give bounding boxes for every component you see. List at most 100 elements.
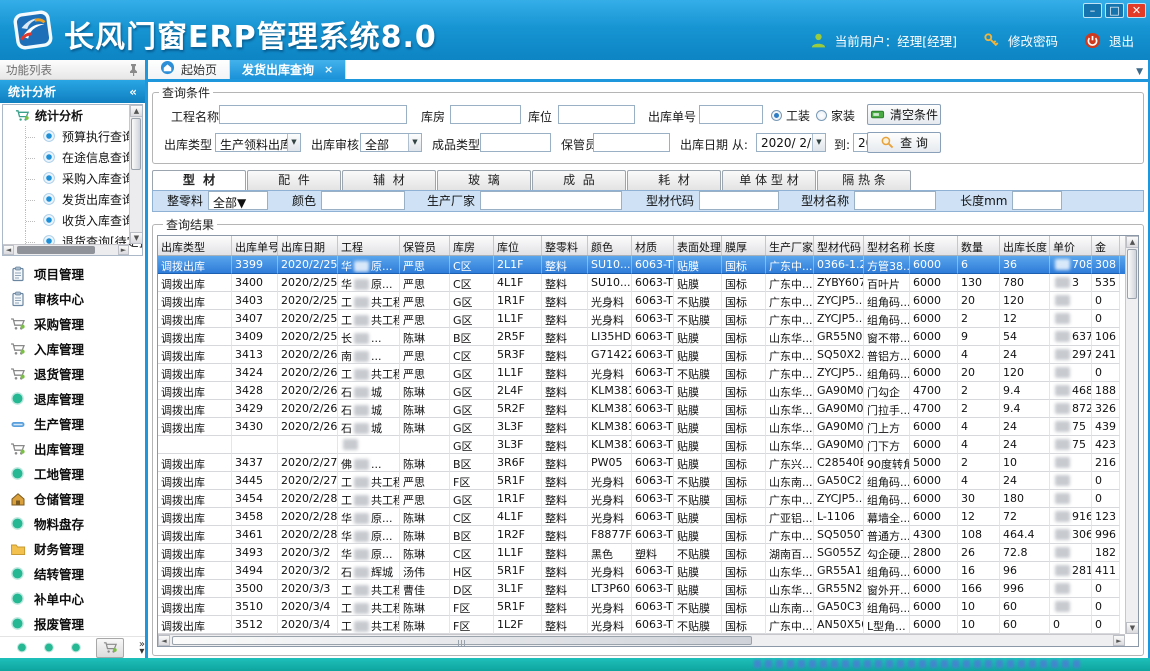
pin-icon[interactable] xyxy=(128,63,139,76)
sidebar-item-12[interactable]: 财务管理 xyxy=(0,536,145,561)
material-tab-4[interactable]: 玻 璃 xyxy=(437,170,531,190)
table-row[interactable]: 调拨出库35122020/3/4工共工程陈琳F区1L2F整料光身料6063-T5… xyxy=(158,616,1138,634)
table-row[interactable]: 调拨出库34032020/2/25工共工程严思G区1R1F整料光身料6063-T… xyxy=(158,292,1138,310)
material-tab-2[interactable]: 配 件 xyxy=(247,170,341,190)
tree-hscroll-thumb[interactable] xyxy=(17,246,95,254)
tree-vertical-scrollbar[interactable]: ▲ ▼ xyxy=(129,105,142,244)
maximize-button[interactable]: □ xyxy=(1105,3,1124,18)
column-header-out-type[interactable]: 出库类型 xyxy=(158,236,232,255)
sidebar-item-3[interactable]: 采购管理 xyxy=(0,311,145,336)
table-row[interactable]: 调拨出库34092020/2/25长...陈琳B区2R5F整料LI35HD606… xyxy=(158,328,1138,346)
close-button[interactable]: ✕ xyxy=(1127,3,1146,18)
location-input[interactable] xyxy=(558,105,635,124)
table-row[interactable]: 调拨出库34002020/2/25华原...严思C区4L1F整料SU10...6… xyxy=(158,274,1138,292)
table-row[interactable]: 调拨出库34302020/2/26石城陈琳G区3L3F整料KLM38176063… xyxy=(158,418,1138,436)
scroll-up-icon[interactable]: ▲ xyxy=(1126,236,1139,248)
table-row[interactable]: G区3L3F整料KLM38176063-T5贴膜国标山东华...GA90M09.… xyxy=(158,436,1138,454)
column-header-unit-price[interactable]: 单价 xyxy=(1050,236,1092,255)
table-row[interactable]: 调拨出库34452020/2/27工共工程严思F区5R1F整料光身料6063-T… xyxy=(158,472,1138,490)
tree-item-2[interactable]: 在途信息查询[待 xyxy=(3,147,142,168)
sidebar-item-14[interactable]: 补单中心 xyxy=(0,586,145,611)
collapse-icon[interactable]: « xyxy=(129,85,137,99)
date-from-select[interactable]: 2020/ 2/16▼ xyxy=(756,133,826,152)
sidebar-item-5[interactable]: 退货管理 xyxy=(0,361,145,386)
table-row[interactable]: 调拨出库34612020/2/28华原...陈琳B区1R2F整料F8877FT6… xyxy=(158,526,1138,544)
cart-button[interactable] xyxy=(96,638,123,658)
profile-name-input[interactable] xyxy=(854,191,936,210)
circle-icon[interactable] xyxy=(43,641,55,654)
product-type-input[interactable] xyxy=(480,133,551,152)
warehouse-input[interactable] xyxy=(450,105,521,124)
table-row[interactable]: 调拨出库34242020/2/26工共工程严思G区1L1F整料光身料6063-T… xyxy=(158,364,1138,382)
order-no-input[interactable] xyxy=(699,105,763,124)
clear-conditions-button[interactable]: 清空条件 xyxy=(867,104,941,125)
tree-item-3[interactable]: 采购入库查询 xyxy=(3,168,142,189)
table-row[interactable]: 调拨出库34942020/3/2石辉城汤伟H区5R1F整料光身料6063-T5贴… xyxy=(158,562,1138,580)
column-header-whole-part[interactable]: 整零料 xyxy=(542,236,588,255)
scroll-left-icon[interactable]: ◄ xyxy=(158,635,170,646)
scroll-left-icon[interactable]: ◄ xyxy=(3,245,14,255)
chevron-down-icon[interactable]: ▼ xyxy=(287,134,300,151)
column-header-order-no[interactable]: 出库单号 xyxy=(232,236,278,255)
column-header-amount[interactable]: 金 xyxy=(1092,236,1120,255)
scroll-down-icon[interactable]: ▼ xyxy=(1126,622,1139,634)
minimize-button[interactable]: – xyxy=(1083,3,1102,18)
scroll-up-icon[interactable]: ▲ xyxy=(130,105,143,117)
home-radio[interactable]: 家装 xyxy=(816,107,855,124)
keeper-input[interactable] xyxy=(593,133,670,152)
section-header[interactable]: 统计分析 « xyxy=(0,80,145,103)
change-password-link[interactable]: 修改密码 xyxy=(1008,31,1058,50)
sidebar-item-10[interactable]: 仓储管理 xyxy=(0,486,145,511)
material-tab-7[interactable]: 单 体 型 材 xyxy=(722,170,816,190)
table-row[interactable]: 调拨出库34282020/2/26石城陈琳G区2L4F整料KLM38176063… xyxy=(158,382,1138,400)
table-row[interactable]: 调拨出库35102020/3/4工共工程陈琳F区5R1F整料光身料6063-T5… xyxy=(158,598,1138,616)
sidebar-item-8[interactable]: 出库管理 xyxy=(0,436,145,461)
column-header-maker[interactable]: 生产厂家 xyxy=(766,236,814,255)
table-row[interactable]: 调拨出库34542020/2/28工共工程严思G区1R1F整料光身料6063-T… xyxy=(158,490,1138,508)
column-header-profile-code[interactable]: 型材代码 xyxy=(814,236,864,255)
scroll-down-icon[interactable]: ▼ xyxy=(130,232,143,244)
tab-1[interactable]: 起始页 xyxy=(148,60,230,79)
scroll-right-icon[interactable]: ► xyxy=(1113,635,1125,646)
whole-part-select[interactable]: 全部▼ xyxy=(208,191,268,210)
out-type-select[interactable]: 生产领料出库▼ xyxy=(215,133,301,152)
column-header-warehouse[interactable]: 库房 xyxy=(450,236,494,255)
grid-hscroll-thumb[interactable] xyxy=(172,636,752,645)
sidebar-item-2[interactable]: 审核中心 xyxy=(0,286,145,311)
grid-vertical-scrollbar[interactable]: ▲ ▼ xyxy=(1125,236,1138,634)
sidebar-item-1[interactable]: 项目管理 xyxy=(0,261,145,286)
column-header-profile-name[interactable]: 型材名称 xyxy=(864,236,910,255)
chevron-down-icon[interactable]: ▼ xyxy=(812,134,825,151)
table-row[interactable]: 调拨出库34582020/2/28华原...陈琳C区4L1F整料光身料6063-… xyxy=(158,508,1138,526)
sidebar-item-11[interactable]: 物料盘存 xyxy=(0,511,145,536)
column-header-out-date[interactable]: 出库日期 xyxy=(278,236,338,255)
column-header-location[interactable]: 库位 xyxy=(494,236,542,255)
sidebar-item-9[interactable]: 工地管理 xyxy=(0,461,145,486)
tree-root-item[interactable]: 统计分析 xyxy=(3,105,142,126)
sidebar-item-15[interactable]: 报废管理 xyxy=(0,611,145,636)
sidebar-more-button[interactable]: »▾ xyxy=(139,641,145,655)
table-row[interactable]: 调拨出库34292020/2/26石城陈琳G区5R2F整料KLM38176063… xyxy=(158,400,1138,418)
circle-icon[interactable] xyxy=(16,641,28,654)
column-header-film[interactable]: 膜厚 xyxy=(722,236,766,255)
table-row[interactable]: 调拨出库34132020/2/26南...严思C区5R3F整料G71422606… xyxy=(158,346,1138,364)
column-header-surface[interactable]: 表面处理 xyxy=(674,236,722,255)
length-input[interactable] xyxy=(1012,191,1062,210)
tab-2[interactable]: 发货出库查询× xyxy=(230,60,346,79)
sidebar-item-7[interactable]: 生产管理 xyxy=(0,411,145,436)
color-input[interactable] xyxy=(321,191,405,210)
search-button[interactable]: 查 询 xyxy=(867,132,941,153)
tab-close-icon[interactable]: × xyxy=(324,63,333,76)
column-header-project[interactable]: 工程 xyxy=(338,236,400,255)
material-tab-8[interactable]: 隔 热 条 xyxy=(817,170,911,190)
sidebar-item-6[interactable]: 退库管理 xyxy=(0,386,145,411)
table-row[interactable]: 调拨出库34932020/3/2华原...陈琳C区1L1F整料黑色塑料不贴膜国标… xyxy=(158,544,1138,562)
tree-item-4[interactable]: 发货出库查询 xyxy=(3,189,142,210)
column-header-out-length[interactable]: 出库长度 xyxy=(1000,236,1050,255)
radio-unchecked-icon[interactable] xyxy=(816,110,827,121)
column-header-keeper[interactable]: 保管员 xyxy=(400,236,450,255)
tree-horizontal-scrollbar[interactable]: ◄ ► xyxy=(3,244,129,255)
material-tab-1[interactable]: 型 材 xyxy=(152,170,246,190)
table-row[interactable]: 调拨出库33992020/2/25华原...严思C区2L1F整料SU10...6… xyxy=(158,256,1138,274)
grid-vscroll-thumb[interactable] xyxy=(1127,249,1137,299)
